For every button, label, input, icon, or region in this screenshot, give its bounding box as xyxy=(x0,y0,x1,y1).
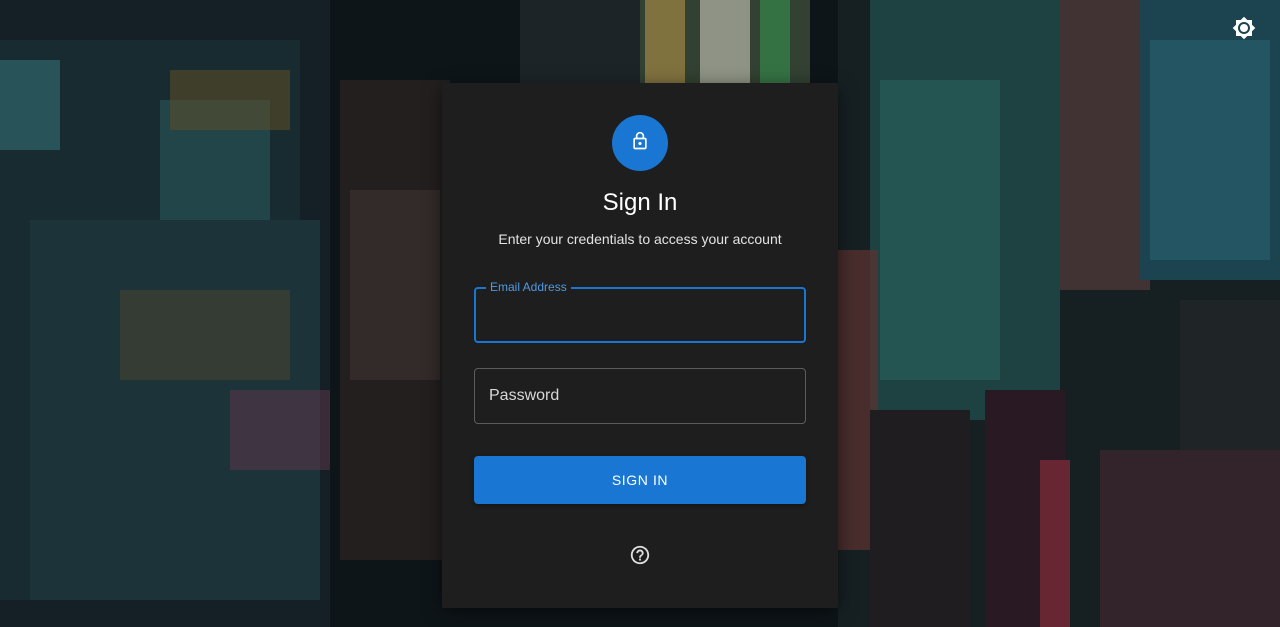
theme-toggle-button[interactable] xyxy=(1228,14,1260,46)
password-input[interactable] xyxy=(475,369,805,423)
help-button[interactable] xyxy=(628,545,652,569)
email-field[interactable]: Email Address xyxy=(474,280,806,343)
page-subtitle: Enter your credentials to access your ac… xyxy=(498,231,782,247)
password-field[interactable] xyxy=(474,368,806,424)
email-input[interactable] xyxy=(476,289,804,341)
brightness-gear-icon xyxy=(1232,16,1256,45)
lock-avatar xyxy=(612,115,668,171)
lock-icon xyxy=(630,131,650,156)
page-title: Sign In xyxy=(602,189,678,216)
help-circle-icon xyxy=(629,544,651,571)
login-card: Sign In Enter your credentials to access… xyxy=(442,83,838,608)
sign-in-button[interactable]: SIGN IN xyxy=(474,456,806,504)
